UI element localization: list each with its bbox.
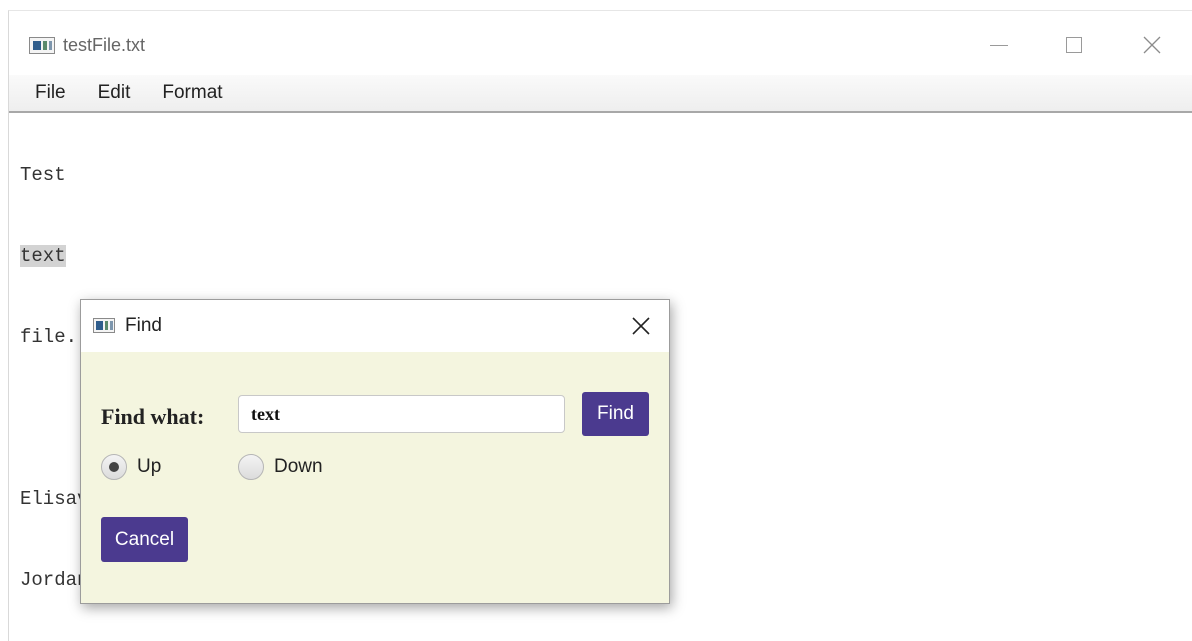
menu-file[interactable]: File [35, 82, 66, 104]
maximize-button[interactable] [1049, 25, 1099, 65]
menu-format[interactable]: Format [162, 82, 222, 104]
find-button[interactable]: Find [582, 392, 649, 436]
selected-text: text [20, 245, 66, 267]
window-title: testFile.txt [63, 35, 146, 55]
close-icon [1143, 36, 1161, 54]
title-bar: testFile.txt [9, 11, 1192, 75]
close-window-button[interactable] [1127, 25, 1177, 65]
editor-line: text [20, 243, 123, 270]
radio-up-circle[interactable] [101, 454, 127, 480]
menu-bar: File Edit Format [9, 75, 1192, 113]
radio-up[interactable]: Up [101, 454, 161, 480]
find-input[interactable] [238, 395, 565, 433]
maximize-icon [1066, 37, 1082, 53]
radio-down[interactable]: Down [238, 454, 323, 480]
radio-down-label: Down [274, 456, 323, 477]
radio-down-circle[interactable] [238, 454, 264, 480]
dialog-close-button[interactable] [621, 308, 661, 344]
dialog-title-bar: Find [81, 300, 669, 352]
cancel-button[interactable]: Cancel [101, 517, 188, 562]
minimize-button[interactable] [974, 25, 1024, 65]
minimize-icon [990, 44, 1008, 46]
app-window-icon [29, 37, 55, 54]
menu-edit[interactable]: Edit [98, 82, 131, 104]
editor-line: Test [20, 164, 66, 186]
radio-up-label: Up [137, 456, 162, 477]
dialog-window-icon [93, 318, 115, 333]
find-what-label: Find what: [101, 404, 205, 429]
find-dialog: Find Find what: Find Up Down Cancel [80, 299, 670, 604]
dialog-title: Find [125, 315, 162, 336]
close-icon [632, 317, 650, 335]
